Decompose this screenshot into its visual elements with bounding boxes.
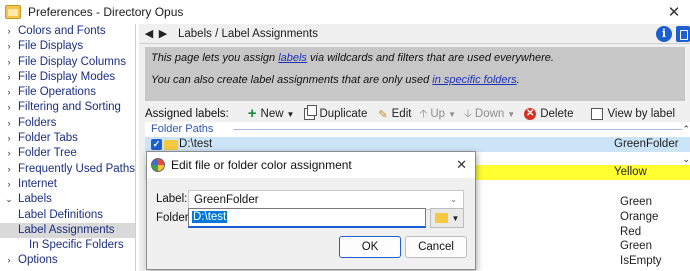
tree-item-folders[interactable]: › Folders — [0, 116, 135, 131]
folder-icon — [434, 213, 448, 223]
breadcrumb: Labels / Label Assignments — [178, 27, 319, 40]
close-window-button[interactable]: ✕ — [658, 0, 690, 24]
dropdown-caret-icon: ▼ — [507, 109, 516, 119]
tree-item-frequently-used-paths[interactable]: › Frequently Used Paths — [0, 162, 135, 177]
chevron-right-icon[interactable]: › — [4, 162, 14, 177]
row-label: IsEmpty — [620, 255, 662, 267]
plus-icon: + — [247, 104, 257, 122]
row-label: Green — [620, 240, 652, 252]
window-titlebar: Preferences - Directory Opus ✕ — [0, 0, 690, 24]
tree-item-label-assignments[interactable]: Label Assignments — [0, 222, 135, 239]
info-icon[interactable]: i — [656, 26, 672, 42]
row-label: GreenFolder — [614, 138, 679, 150]
tree-item-in-specific-folders[interactable]: In Specific Folders — [0, 238, 135, 253]
chevron-right-icon[interactable]: › — [4, 146, 14, 161]
edit-button[interactable]: ✎ Edit — [378, 108, 411, 121]
row-label: Red — [620, 226, 642, 238]
dialog-title: Edit file or folder color assignment — [171, 158, 352, 172]
tree-item-file-operations[interactable]: › File Operations — [0, 85, 135, 100]
chevron-right-icon[interactable]: › — [4, 85, 14, 100]
duplicate-icon — [304, 105, 318, 120]
tree-item-options[interactable]: › Options — [0, 253, 135, 268]
chevron-right-icon[interactable]: › — [4, 100, 14, 115]
navigation-bar: ◀ ▶ Labels / Label Assignments i — [139, 24, 690, 44]
browse-folder-button[interactable]: ▼ — [430, 208, 464, 228]
label-select[interactable]: GreenFolder ⌄ — [188, 190, 464, 210]
dropdown-caret-icon: ▼ — [451, 213, 460, 223]
dialog-titlebar: Edit file or folder color assignment ✕ — [147, 152, 475, 178]
chevron-right-icon[interactable]: › — [4, 131, 14, 146]
folder-caption: Folder: — [156, 212, 192, 224]
page-description: This page lets you assign labels via wil… — [145, 47, 685, 101]
color-wheel-icon — [151, 158, 165, 172]
duplicate-button[interactable]: Duplicate — [304, 105, 367, 120]
close-icon[interactable]: ✕ — [456, 157, 467, 173]
view-by-label-checkbox[interactable]: View by label — [591, 108, 675, 120]
chevron-up-icon[interactable]: ⌃ — [682, 123, 690, 136]
chevron-right-icon[interactable]: › — [4, 70, 14, 85]
forward-arrow-icon[interactable]: ▶ — [156, 27, 170, 40]
cancel-button[interactable]: Cancel — [405, 236, 467, 258]
row-label: Green — [620, 196, 652, 208]
down-button[interactable]: 🡣 Down ▼ — [464, 105, 515, 124]
back-arrow-icon[interactable]: ◀ — [142, 27, 156, 40]
chevron-right-icon[interactable]: › — [4, 177, 14, 192]
delete-icon: ✕ — [524, 108, 537, 120]
description-line-2: You can also create label assignments th… — [151, 74, 520, 86]
group-divider — [233, 129, 682, 130]
tree-item-file-display-columns[interactable]: › File Display Columns — [0, 55, 135, 70]
tree-item-label-definitions[interactable]: Label Definitions — [0, 208, 135, 223]
dropdown-caret-icon: ▼ — [286, 109, 295, 119]
chevron-right-icon[interactable]: › — [4, 253, 14, 268]
folder-icon — [164, 140, 178, 150]
chevron-right-icon[interactable]: › — [4, 39, 14, 54]
tree-item-folder-tree[interactable]: › Folder Tree — [0, 146, 135, 161]
help-book-icon[interactable] — [676, 26, 690, 42]
chevron-down-icon[interactable]: ⌄ — [450, 191, 457, 209]
dropdown-caret-icon: ▼ — [448, 109, 456, 119]
new-button[interactable]: + New ▼ — [247, 104, 295, 122]
group-header-folder-paths[interactable]: Folder Paths ⌃ — [145, 123, 690, 136]
chevron-right-icon[interactable]: › — [4, 55, 14, 70]
ok-button[interactable]: OK — [339, 236, 401, 258]
labels-link[interactable]: labels — [278, 52, 307, 64]
tree-item-file-displays[interactable]: › File Displays — [0, 39, 135, 54]
row-label: Yellow — [614, 166, 647, 178]
assigned-labels-caption: Assigned labels: — [145, 108, 229, 120]
window-title: Preferences - Directory Opus — [28, 5, 184, 19]
preferences-tree: › Colors and Fonts › File Displays › File D… — [0, 24, 136, 271]
list-row-selected[interactable]: ✓ D:\test GreenFolder — [145, 137, 690, 152]
chevron-right-icon[interactable]: › — [4, 24, 14, 39]
tree-item-colors-and-fonts[interactable]: › Colors and Fonts — [0, 24, 135, 39]
row-label: Orange — [620, 211, 659, 223]
edit-color-assignment-dialog: Edit file or folder color assignment ✕ L… — [146, 151, 476, 270]
directory-opus-icon — [5, 5, 21, 19]
row-checkbox[interactable]: ✓ — [151, 139, 162, 150]
up-arrow-icon: 🡡 — [419, 107, 428, 120]
specific-folders-link[interactable]: in specific folders — [432, 74, 516, 86]
tree-item-labels[interactable]: ⌄ Labels — [0, 192, 135, 207]
tree-item-file-display-modes[interactable]: › File Display Modes — [0, 70, 135, 85]
tree-item-folder-tabs[interactable]: › Folder Tabs — [0, 131, 135, 146]
row-path: D:\test — [179, 138, 213, 150]
tree-item-filtering-and-sorting[interactable]: › Filtering and Sorting — [0, 100, 135, 115]
checkbox-box[interactable] — [591, 108, 604, 120]
chevron-down-icon[interactable]: ⌄ — [4, 192, 14, 207]
up-button[interactable]: 🡡 Up ▼ — [419, 105, 456, 124]
down-arrow-icon: 🡣 — [463, 107, 472, 120]
description-line-1: This page lets you assign labels via wil… — [151, 52, 554, 64]
pencil-icon: ✎ — [378, 108, 388, 121]
assignments-toolbar: Assigned labels: + New ▼ Duplicate ✎ Edit 🡡… — [145, 105, 690, 123]
chevron-right-icon[interactable]: › — [4, 116, 14, 131]
delete-button[interactable]: ✕ Delete — [524, 108, 573, 120]
label-caption: Label: — [156, 193, 188, 205]
folder-path-input[interactable]: D:\test — [188, 208, 426, 228]
tree-item-internet[interactable]: › Internet — [0, 177, 135, 192]
